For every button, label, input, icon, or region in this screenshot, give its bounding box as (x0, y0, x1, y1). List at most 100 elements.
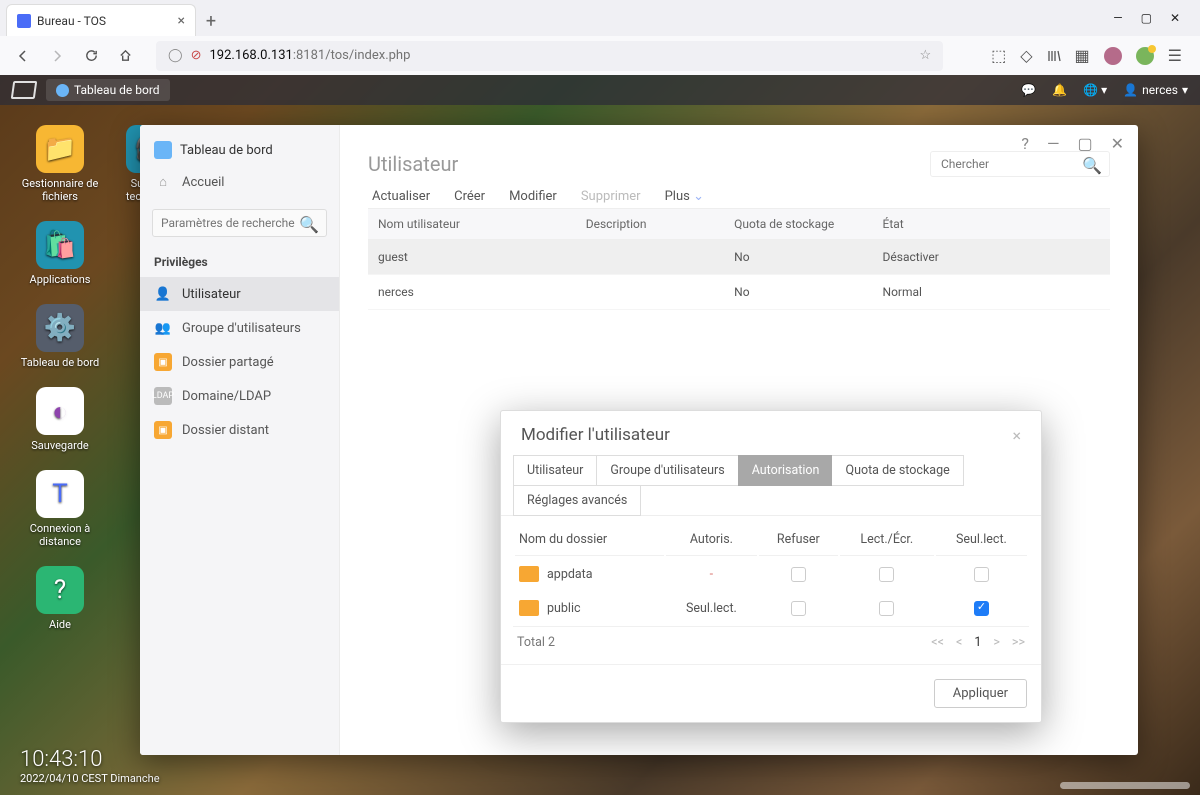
chat-icon[interactable]: 💬 (1021, 83, 1036, 97)
desktop-icon-dashboard[interactable]: ⚙️Tableau de bord (20, 304, 100, 369)
sidebar-item-shared-folder[interactable]: ▣ Dossier partagé (140, 345, 339, 379)
desktop-icon-label: Applications (30, 273, 91, 286)
sidebar-item-home[interactable]: ⌂ Accueil (140, 165, 339, 199)
shared-folder-icon: ▣ (154, 353, 172, 371)
dashboard-icon (154, 141, 172, 159)
sidebar-item-remote-folder[interactable]: ▣ Dossier distant (140, 413, 339, 447)
library-icon[interactable] (1047, 49, 1061, 63)
ro-checkbox[interactable] (974, 567, 989, 582)
close-icon[interactable]: × (1012, 426, 1021, 445)
pager-last[interactable]: >> (1012, 635, 1025, 650)
window-close-icon[interactable]: ✕ (1111, 134, 1124, 153)
edit-button[interactable]: Modifier (509, 189, 557, 204)
cell-name: guest (368, 240, 576, 275)
account-avatar-icon[interactable] (1104, 47, 1122, 65)
chevron-down-icon: ⌄ (693, 189, 704, 204)
user-icon: 👤 (1123, 83, 1138, 97)
help-icon[interactable]: ? (1021, 134, 1029, 153)
lock-icon: ⊘ (191, 48, 202, 63)
th-refuse: Refuser (759, 524, 838, 556)
sidebar-window-title: Tableau de bord (140, 135, 339, 165)
cell-state: Normal (873, 275, 1110, 310)
permissions-table: Nom du dossier Autoris. Refuser Lect./Éc… (513, 522, 1029, 626)
star-icon[interactable]: ☆ (919, 48, 931, 63)
extension2-icon[interactable] (1136, 47, 1154, 65)
topbar-dashboard-button[interactable]: Tableau de bord (46, 79, 170, 101)
table-row[interactable]: guest No Désactiver (368, 240, 1110, 275)
ro-checkbox[interactable] (974, 601, 989, 616)
desktop-clock: 10:43:10 2022/04/10 CEST Dimanche (20, 747, 160, 785)
apply-button[interactable]: Appliquer (934, 679, 1027, 708)
th-quota[interactable]: Quota de stockage (724, 209, 872, 240)
sidebar-item-label: Accueil (182, 175, 224, 190)
help-icon: ? (36, 566, 84, 614)
desktop-icon-files[interactable]: 📁Gestionnaire de fichiers (20, 125, 100, 203)
sidebar-item-ldap[interactable]: LDAP Domaine/LDAP (140, 379, 339, 413)
users-table: Nom utilisateur Description Quota de sto… (368, 208, 1110, 310)
refuse-checkbox[interactable] (791, 567, 806, 582)
tab-authorization[interactable]: Autorisation (738, 455, 834, 486)
remote-icon: T (36, 470, 84, 518)
sidebar-item-user[interactable]: 👤 Utilisateur (140, 277, 339, 311)
folder-name: public (547, 601, 581, 616)
desktop-icon-label: Aide (49, 618, 71, 631)
more-button[interactable]: Plus ⌄ (665, 189, 704, 204)
pager-first[interactable]: << (931, 635, 944, 650)
modal-title: Modifier l'utilisateur (521, 425, 670, 445)
window-minimize-icon[interactable]: — (1047, 134, 1060, 153)
home-button[interactable] (112, 43, 138, 69)
desktop-icon-remote[interactable]: TConnexion à distance (20, 470, 100, 548)
tab-group[interactable]: Groupe d'utilisateurs (596, 455, 738, 486)
url-input[interactable]: ◯ ⊘ 192.168.0.131:8181/tos/index.php ☆ (156, 41, 943, 71)
browser-tab[interactable]: Bureau - TOS × (6, 4, 196, 36)
globe-icon[interactable]: 🌐 ▾ (1083, 83, 1107, 97)
pocket-icon[interactable]: ◇ (1020, 46, 1032, 65)
scrollbar-thumb[interactable] (1060, 782, 1190, 789)
window-minimize-icon[interactable]: — (1113, 11, 1122, 25)
window-maximize-icon[interactable]: ▢ (1141, 11, 1152, 25)
desktop-icon-backup[interactable]: ◐Sauvegarde (20, 387, 100, 452)
th-desc[interactable]: Description (576, 209, 724, 240)
save-to-pocket-icon[interactable]: ⬚ (991, 46, 1006, 65)
clock-date: 2022/04/10 CEST Dimanche (20, 772, 160, 785)
close-icon[interactable]: × (178, 13, 185, 29)
pager-prev[interactable]: < (956, 635, 962, 650)
tab-advanced[interactable]: Réglages avancés (513, 485, 641, 516)
sidebar-item-label: Dossier distant (182, 423, 269, 438)
pager-next[interactable]: > (993, 635, 1000, 650)
bell-icon[interactable]: 🔔 (1052, 83, 1067, 97)
new-tab-button[interactable]: + (196, 6, 226, 36)
create-button[interactable]: Créer (454, 189, 485, 204)
rw-checkbox[interactable] (879, 567, 894, 582)
dashboard-icon (56, 84, 69, 97)
sidebar-item-group[interactable]: 👥 Groupe d'utilisateurs (140, 311, 339, 345)
tab-title: Bureau - TOS (37, 14, 106, 28)
window-maximize-icon[interactable]: ▢ (1077, 134, 1092, 153)
window-close-icon[interactable]: ✕ (1170, 11, 1180, 25)
forward-button[interactable] (44, 43, 70, 69)
tos-desktop: Tableau de bord 💬 🔔 🌐 ▾ 👤 nerces ▾ 📁Gest… (0, 75, 1200, 795)
reload-button[interactable] (78, 43, 104, 69)
desktop-icon-apps[interactable]: 🛍️Applications (20, 221, 100, 286)
table-row[interactable]: nerces No Normal (368, 275, 1110, 310)
th-state[interactable]: État (873, 209, 1110, 240)
th-rw: Lect./Écr. (840, 524, 934, 556)
refuse-checkbox[interactable] (791, 601, 806, 616)
back-button[interactable] (10, 43, 36, 69)
th-name[interactable]: Nom utilisateur (368, 209, 576, 240)
gear-icon: ⚙️ (36, 304, 84, 352)
tab-quota[interactable]: Quota de stockage (832, 455, 963, 486)
desktop-icon-help[interactable]: ? Aide (20, 566, 100, 631)
sidebar-item-label: Dossier partagé (182, 355, 274, 370)
extensions-icon[interactable]: ▦ (1075, 46, 1090, 65)
user-menu[interactable]: 👤 nerces ▾ (1123, 83, 1188, 97)
sidebar-search: 🔍 (152, 209, 327, 237)
menu-icon[interactable]: ☰ (1168, 46, 1182, 65)
refresh-button[interactable]: Actualiser (372, 189, 430, 204)
tab-user[interactable]: Utilisateur (513, 455, 597, 486)
rw-checkbox[interactable] (879, 601, 894, 616)
search-icon[interactable]: 🔍 (299, 215, 319, 234)
total-label: Total 2 (517, 635, 555, 650)
folder-icon: 📁 (36, 125, 84, 173)
tos-logo-icon[interactable] (11, 81, 38, 99)
